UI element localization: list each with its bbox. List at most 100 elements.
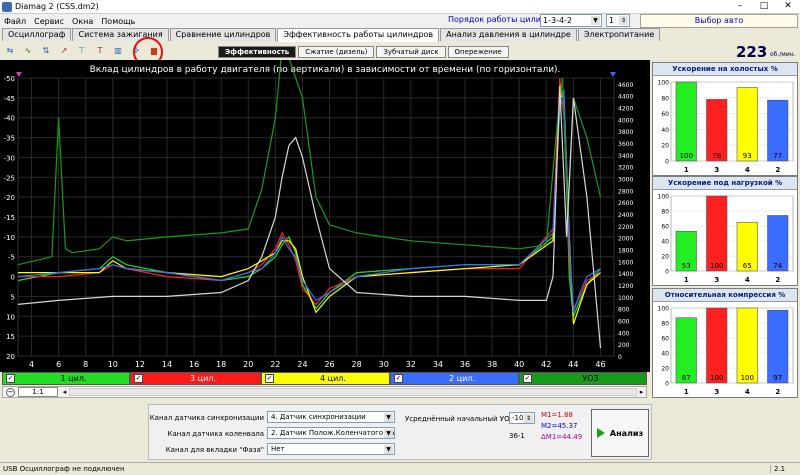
legend-checkbox[interactable]: ✓ [6, 374, 15, 383]
tab-cylinder-compare[interactable]: Сравнение цилиндров [169, 28, 277, 41]
scroll-right-icon[interactable]: ▸ [637, 388, 646, 396]
panel-title: Ускорение на холостых % [653, 63, 797, 76]
y-left-tick-label: -50 [4, 75, 15, 83]
sync-icon[interactable]: ⇆ [2, 44, 18, 58]
scroll-left-icon[interactable]: ◂ [60, 388, 69, 396]
y-right-tick-label: 2000 [618, 236, 633, 243]
legend-item[interactable]: ✓ УОЗ [519, 372, 647, 385]
bar-y-tick-label: 100 [658, 80, 670, 87]
minimize-button[interactable]: – [728, 0, 752, 13]
phase-channel-select[interactable]: Нет ▼ [267, 443, 395, 455]
subtab-efficiency[interactable]: Эффективность [218, 46, 297, 58]
bar-value-label: 97 [773, 374, 782, 382]
sub-tabs: Эффективность Сжатие (дизель) Зубчатый д… [218, 46, 511, 58]
legend-label: 3 цил. [190, 374, 216, 383]
maximize-button[interactable]: □ [752, 0, 776, 13]
y-right-tick-label: 3200 [618, 165, 633, 172]
x-tick-label: 4 [29, 360, 34, 369]
legend-item[interactable]: ✓ 3 цил. [130, 372, 261, 385]
legend-label: 4 цил. [320, 374, 346, 383]
subtab-advance[interactable]: Опережение [447, 46, 509, 58]
cylinder-order-spin-value: 1 [609, 16, 615, 25]
bar-category-label: 4 [745, 388, 750, 396]
text-marker-icon[interactable]: T [92, 44, 108, 58]
status-version: 2.1 [770, 465, 800, 473]
analyze-button[interactable]: Анализ [591, 409, 649, 457]
menu-service[interactable]: Сервис [30, 17, 68, 26]
select-auto-button[interactable]: Выбор авто [640, 14, 798, 28]
y-right-tick-label: 400 [618, 330, 630, 337]
cylinder-legend: ✓ 1 цил. ✓ 3 цил. ✓ 4 цил. ✓ 2 цил. ✓ УОЗ [2, 372, 647, 385]
bar-category-label: 2 [775, 276, 780, 284]
tab-pressure-analysis[interactable]: Анализ давления в цилиндре [440, 28, 577, 41]
sync-channel-select[interactable]: 4. Датчик синхронизации ▼ [267, 411, 395, 423]
x-tick-label: 10 [108, 360, 118, 369]
subtab-diesel-compression[interactable]: Сжатие (дизель) [298, 46, 375, 58]
legend-checkbox[interactable]: ✓ [265, 374, 274, 383]
sort-icon[interactable]: ⇅ [38, 44, 54, 58]
bars-icon[interactable]: ▥ [110, 44, 126, 58]
legend-checkbox[interactable]: ✓ [394, 374, 403, 383]
y-left-tick-label: -15 [4, 214, 15, 222]
crank-channel-select[interactable]: 2. Датчик Полож.Коленчатого Вал ▼ [267, 427, 395, 439]
panel-title: Ускорение под нагрузкой % [653, 177, 797, 190]
menu-file[interactable]: Файл [0, 17, 30, 26]
cylinder-order-spin[interactable]: 1 ⇕ [606, 14, 630, 27]
menu-help[interactable]: Помощь [97, 17, 139, 26]
close-button[interactable]: ✕ [776, 0, 800, 13]
x-tick-label: 26 [324, 360, 334, 369]
y-right-tick-label: 800 [618, 307, 630, 314]
cylinder-order-select[interactable]: 1-3-4-2 ▼ [540, 14, 602, 27]
legend-item[interactable]: ✓ 2 цил. [390, 372, 519, 385]
bar [675, 81, 697, 162]
chart-icon[interactable]: ↗ [56, 44, 72, 58]
y-left-tick-label: -20 [4, 194, 15, 202]
tab-cylinder-efficiency[interactable]: Эффективность работы цилиндров [277, 28, 440, 42]
legend-checkbox[interactable]: ✓ [523, 374, 532, 383]
bar-y-tick-label: 40 [661, 239, 669, 246]
legend-checkbox[interactable]: ✓ [134, 374, 143, 383]
subtab-toothed-disk[interactable]: Зубчатый диск [376, 46, 446, 58]
bar-y-tick-label: 0 [665, 381, 669, 388]
legend-label: 1 цил. [60, 374, 87, 383]
y-right-tick-label: 4600 [618, 82, 633, 89]
x-tick-label: 18 [216, 360, 226, 369]
y-right-tick-label: 4200 [618, 106, 633, 113]
bar-category-label: 1 [684, 276, 689, 284]
chart-title: Вклад цилиндров в работу двигателя (по в… [90, 65, 561, 75]
spin-arrows-icon: ⇕ [524, 414, 533, 423]
legend-label: 2 цил. [449, 374, 475, 383]
main-tabs: Осциллограф Система зажигания Сравнение … [2, 28, 661, 42]
chevron-down-icon: ▼ [384, 445, 393, 454]
bar-y-tick-label: 60 [661, 224, 669, 231]
legend-item[interactable]: ✓ 1 цил. [2, 372, 130, 385]
horizontal-scrollbar[interactable] [69, 388, 637, 396]
bar [736, 307, 758, 384]
legend-item[interactable]: ✓ 4 цил. [261, 372, 390, 385]
x-tick-label: 16 [189, 360, 199, 369]
menu-windows[interactable]: Окна [68, 17, 97, 26]
bar-category-label: 2 [775, 166, 780, 174]
tab-power-supply[interactable]: Электропитание [577, 28, 661, 41]
x-tick-label: 20 [243, 360, 253, 369]
idle-acceleration-panel: Ускорение на холостых % 0 20 40 60 80 100 100 1… [652, 62, 798, 176]
bar-category-label: 3 [714, 166, 719, 174]
idle-acceleration-chart: 0 20 40 60 80 100 100 1 78 3 93 4 77 2 [658, 80, 794, 174]
bar-value-label: 77 [773, 152, 782, 160]
zoom-out-button[interactable]: − [6, 387, 15, 397]
avg-uoz-spin[interactable]: -10 ⇕ [509, 412, 535, 424]
marker-m2: M2=45.37 [541, 422, 578, 430]
bar-category-label: 2 [775, 388, 780, 396]
bar-category-label: 1 [684, 388, 689, 396]
rpm-value: 223 [736, 43, 768, 61]
x-tick-label: 32 [406, 360, 416, 369]
y-right-tick-label: 0 [618, 354, 622, 361]
signal-icon[interactable]: ∿ [20, 44, 36, 58]
filter-icon[interactable]: ⊤ [74, 44, 90, 58]
x-tick-label: 28 [352, 360, 362, 369]
tab-oscilloscope[interactable]: Осциллограф [2, 28, 72, 41]
y-right-tick-label: 2800 [618, 188, 633, 195]
bar-y-tick-label: 80 [661, 321, 669, 328]
bar-category-label: 3 [714, 388, 719, 396]
efficiency-chart[interactable]: Вклад цилиндров в работу двигателя (по в… [0, 60, 650, 372]
